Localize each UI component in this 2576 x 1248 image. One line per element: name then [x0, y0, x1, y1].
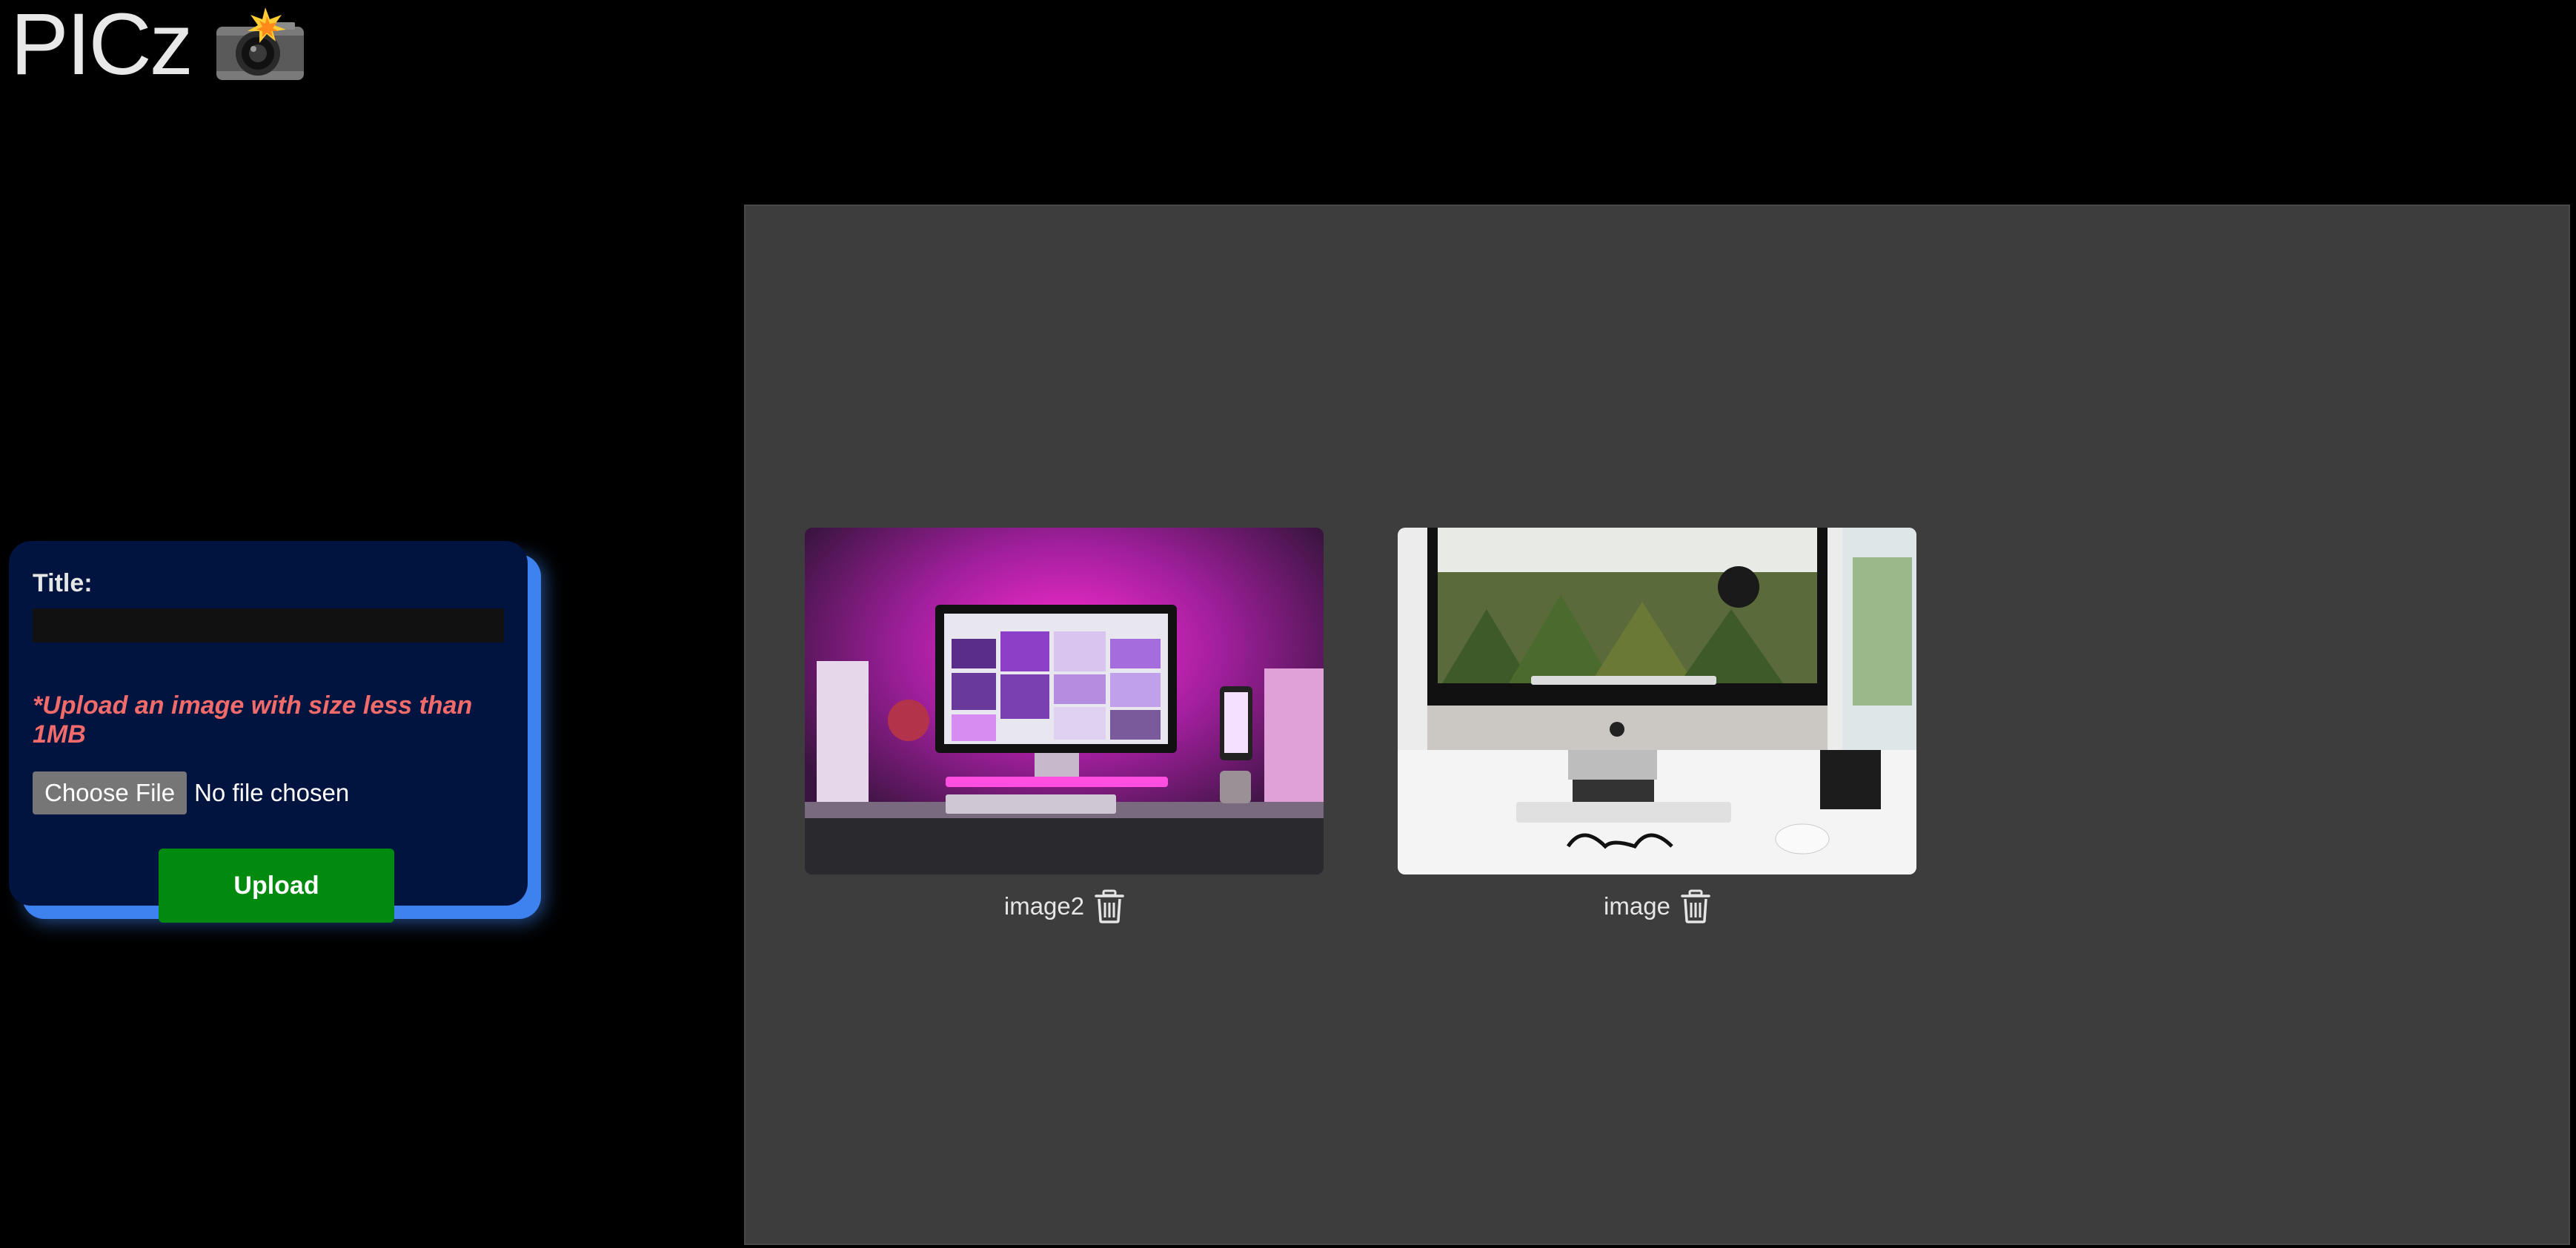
caption-row: image [1398, 889, 1916, 923]
app-header: PICz [10, 0, 307, 89]
image-caption: image [1604, 892, 1670, 920]
gallery-panel: image2 image [744, 205, 2570, 1245]
caption-row: image2 [805, 889, 1324, 923]
title-input[interactable] [33, 608, 504, 643]
gallery-item: image2 [805, 528, 1324, 923]
image-caption: image2 [1003, 892, 1085, 920]
camera-flash-icon [213, 6, 307, 83]
upload-button[interactable]: Upload [159, 849, 394, 923]
file-status: No file chosen [194, 779, 350, 806]
gallery-item: image [1398, 528, 1916, 923]
gallery-image[interactable] [1398, 528, 1916, 874]
trash-icon[interactable] [1095, 889, 1124, 923]
size-warning: *Upload an image with size less than 1MB [33, 691, 473, 749]
upload-form: Title: *Upload an image with size less t… [9, 541, 528, 923]
gallery-image[interactable] [805, 528, 1324, 874]
file-picker: Choose File No file chosen [33, 771, 504, 814]
app-title: PICz [10, 0, 193, 93]
trash-icon[interactable] [1681, 889, 1710, 923]
choose-file-button[interactable]: Choose File [33, 771, 187, 814]
title-label: Title: [33, 569, 93, 597]
